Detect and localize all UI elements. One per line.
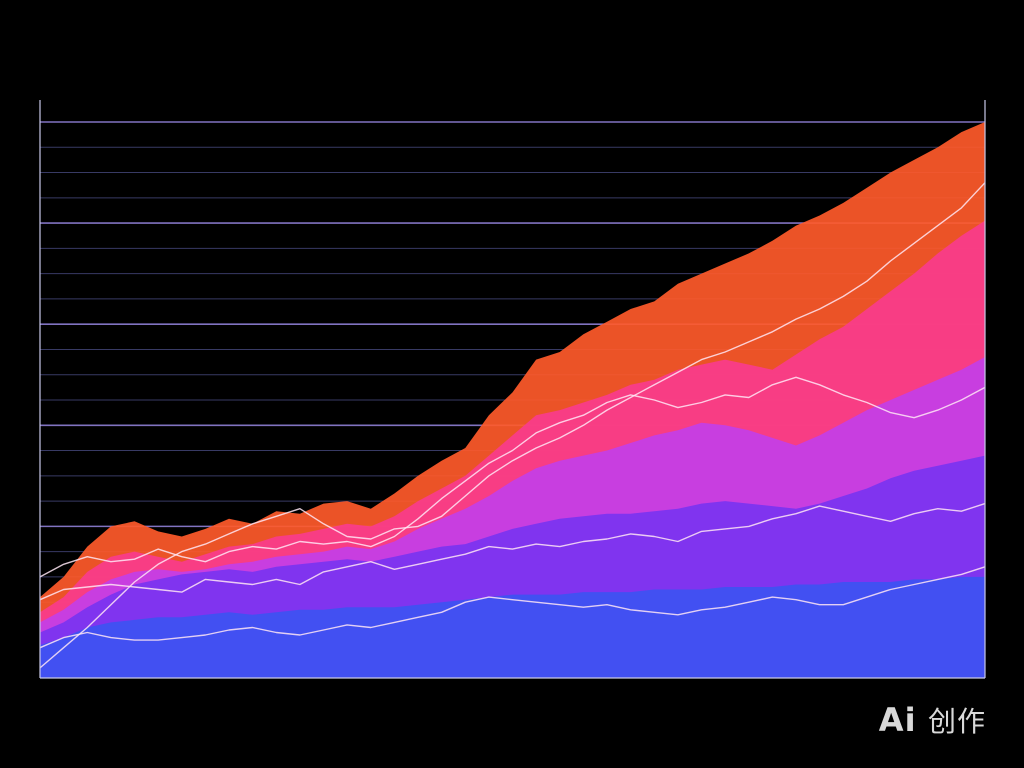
watermark-text: 创作 <box>927 705 986 738</box>
watermark-logo: Ai 创作 <box>879 700 986 740</box>
watermark-ai: Ai <box>878 701 917 739</box>
area-chart <box>39 100 986 679</box>
